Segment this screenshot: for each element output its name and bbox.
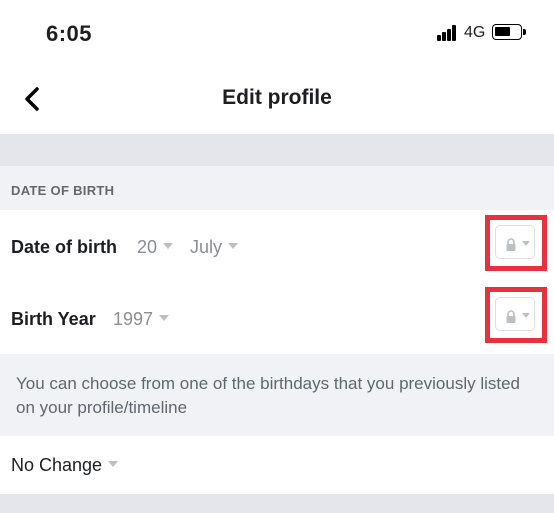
privacy-selector[interactable]	[495, 225, 535, 259]
date-of-birth-row: Date of birth 20 July	[0, 210, 554, 282]
section-header-label: DATE OF BIRTH	[11, 183, 115, 198]
birthday-change-select[interactable]: No Change	[11, 455, 119, 476]
divider-band	[0, 134, 554, 166]
birthday-change-row: No Change	[0, 436, 554, 494]
privacy-selector[interactable]	[495, 297, 535, 331]
page-title: Edit profile	[222, 86, 332, 109]
info-text: You can choose from one of the birthdays…	[16, 374, 521, 417]
month-value: July	[190, 237, 223, 257]
divider-band	[0, 494, 554, 513]
battery-icon	[492, 24, 526, 40]
signal-icon	[437, 25, 459, 41]
lock-icon	[506, 238, 516, 251]
info-box: You can choose from one of the birthdays…	[0, 354, 554, 436]
network-type: 4G	[464, 24, 486, 41]
privacy-highlight	[485, 215, 547, 271]
lock-icon	[506, 310, 516, 323]
caret-down-icon	[108, 461, 119, 468]
nav-bar: Edit profile	[0, 64, 554, 134]
caret-down-icon	[522, 313, 530, 318]
date-of-birth-label: Date of birth	[11, 237, 117, 257]
caret-down-icon	[522, 241, 530, 246]
year-select[interactable]: 1997	[113, 309, 170, 330]
birth-year-row: Birth Year 1997	[0, 282, 554, 354]
status-time: 6:05	[46, 21, 93, 46]
month-select[interactable]: July	[190, 237, 239, 258]
day-value: 20	[137, 237, 158, 257]
privacy-highlight	[485, 287, 547, 343]
status-bar: 6:05 4G	[0, 0, 554, 64]
section-header: DATE OF BIRTH	[0, 166, 554, 210]
birthday-change-value: No Change	[11, 455, 103, 475]
year-value: 1997	[113, 309, 154, 329]
birth-year-label: Birth Year	[11, 309, 96, 329]
caret-down-icon	[163, 243, 174, 250]
caret-down-icon	[228, 243, 239, 250]
caret-down-icon	[159, 315, 170, 322]
day-select[interactable]: 20	[137, 237, 174, 258]
